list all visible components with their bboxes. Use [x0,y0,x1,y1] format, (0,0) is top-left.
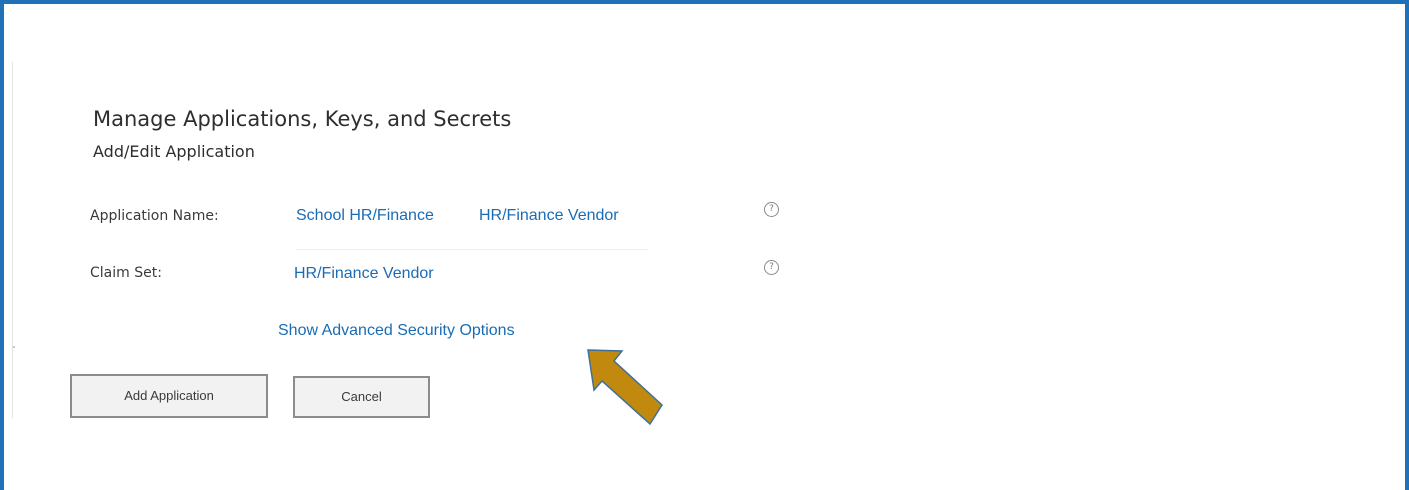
page-frame: Manage Applications, Keys, and Secrets A… [0,0,1409,490]
application-name-value-vendor[interactable]: HR/Finance Vendor [479,207,619,225]
application-name-label: Application Name: [90,208,219,224]
pointer-arrow-icon [587,349,663,426]
application-name-underline [296,249,648,250]
page-subtitle: Add/Edit Application [93,142,255,161]
left-divider [12,62,13,418]
application-name-value-school[interactable]: School HR/Finance [296,207,434,225]
cancel-button[interactable]: Cancel [293,376,430,418]
claim-set-label: Claim Set: [90,265,162,281]
edge-marker [13,346,15,348]
claim-set-help-icon[interactable]: ? [764,260,779,275]
add-application-button[interactable]: Add Application [70,374,268,418]
application-name-help-icon[interactable]: ? [764,202,779,217]
show-advanced-security-link[interactable]: Show Advanced Security Options [278,322,515,340]
page-title: Manage Applications, Keys, and Secrets [93,107,512,131]
claim-set-value[interactable]: HR/Finance Vendor [294,265,434,283]
